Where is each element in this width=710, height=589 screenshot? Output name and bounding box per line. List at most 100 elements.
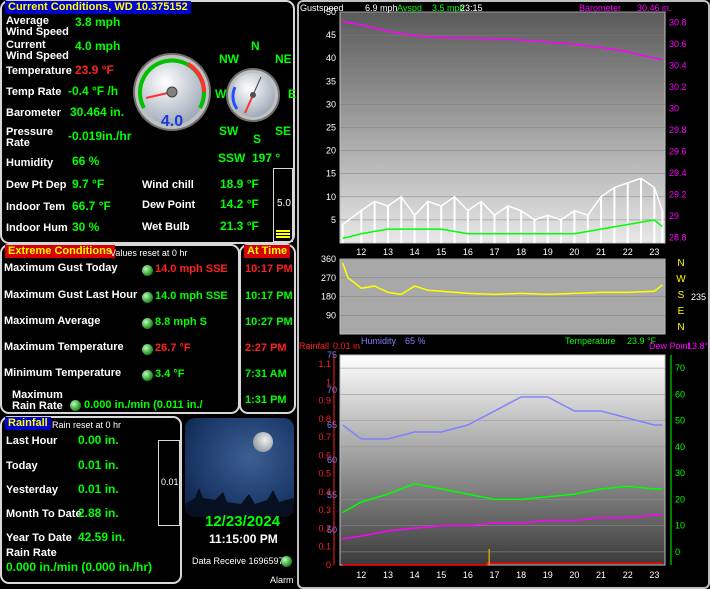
- chart1-xtick: 15: [436, 247, 446, 257]
- chart3-ytick-rain: 0.5: [318, 469, 331, 479]
- extreme-row-time: 1:31 PM: [245, 394, 287, 406]
- chart1-ytick-left: 30: [326, 99, 336, 109]
- chart1-ytick-left: 5: [331, 215, 336, 225]
- chart3-ytick-rain: 0.1: [318, 542, 331, 552]
- chart1-xtick: 13: [383, 247, 393, 257]
- chart2-ytick: 270: [321, 273, 336, 283]
- alarm-label[interactable]: Alarm: [270, 575, 294, 585]
- chart3-dew-value: 13.8°F: [687, 341, 710, 351]
- humidity-label: Humidity: [6, 157, 54, 169]
- extreme-row-time: 10:17 PM: [245, 290, 293, 302]
- chart3-ytick-hum: 60: [327, 455, 337, 465]
- extreme-row-value: 8.8 mph S: [155, 316, 207, 328]
- chart3-hum-value: 65 %: [405, 336, 426, 346]
- chart3-xtick: 14: [410, 570, 420, 580]
- graphs-svg: 5 10 15 20 25 30 35 40 45 50 28.8 29 29.2 29.4 29.6 29.…: [299, 3, 710, 580]
- wet-bulb-value: 21.3 °F: [220, 219, 259, 233]
- chart3-xtick: 17: [490, 570, 500, 580]
- chart3-ytick-rain: 0.7: [318, 432, 331, 442]
- temperature-label: Temperature: [6, 65, 72, 77]
- chart3-ytick-rain: 0: [326, 560, 331, 570]
- chart3-xtick: 23: [649, 570, 659, 580]
- chart3-ytick-hum: 75: [327, 350, 337, 360]
- data-received-indicator: [281, 556, 292, 567]
- avg-wind-label: Average Wind Speed: [6, 15, 69, 38]
- compass-se-label: SE: [275, 124, 292, 138]
- extreme-row-indicator: [70, 400, 81, 411]
- chart1-ytick-right: 30: [669, 104, 679, 114]
- chart2-compass-label: E: [678, 306, 685, 317]
- chart1-ytick-left: 15: [326, 169, 336, 179]
- chart1-ytick-right: 28.8: [669, 233, 687, 243]
- chart1-xtick: 12: [356, 247, 366, 257]
- rain-row-value: 0.01 in.: [78, 458, 119, 472]
- rain-row-label: Yesterday: [6, 484, 58, 496]
- extreme-conditions-title: Extreme Conditions: [5, 245, 115, 258]
- chart3-xtick: 20: [569, 570, 579, 580]
- uv-box: 5.0: [273, 168, 293, 242]
- extreme-row-value: 0.000 in./min (0.011 in./: [84, 399, 203, 411]
- date-display: 12/23/2024: [205, 513, 281, 530]
- chart1-ytick-right: 29.2: [669, 190, 687, 200]
- chart1-baro-value: 30.46 in.: [637, 3, 672, 13]
- chart1-xtick: 17: [490, 247, 500, 257]
- chart2-compass-label: W: [676, 274, 686, 285]
- chart1-xtick: 14: [410, 247, 420, 257]
- compass-n-label: N: [251, 39, 260, 53]
- extreme-row-time: 7:31 AM: [245, 368, 287, 380]
- chart3-ytick-temp: 70: [675, 363, 685, 373]
- graph-panel: 5 10 15 20 25 30 35 40 45 50 28.8 29 29.2 29.4 29.6 29.…: [297, 0, 710, 589]
- chart3-xtick: 19: [543, 570, 553, 580]
- rain-row-value: 0.01 in.: [78, 482, 119, 496]
- uv-bar: [276, 230, 290, 239]
- extreme-row-indicator: [142, 370, 153, 381]
- dew-point-value: 14.2 °F: [220, 197, 259, 211]
- chart1-ytick-right: 30.6: [669, 39, 687, 49]
- chart1-ytick-right: 30.4: [669, 61, 687, 71]
- extreme-row-label: Maximum Average: [4, 315, 101, 327]
- chart3-rain-value: 0.01 in: [333, 341, 360, 351]
- temp-rate-value: -0.4 °F /h: [68, 84, 119, 98]
- chart1-gust-label: Gustspeed: [300, 3, 344, 13]
- rainfall-reset-note: Rain reset at 0 hr: [52, 420, 122, 430]
- chart3-ytick-temp: 30: [675, 468, 685, 478]
- rain-row-label: Month To Date: [6, 508, 82, 520]
- rain-row-label: Last Hour: [6, 435, 58, 447]
- dew-point-label: Dew Point: [142, 199, 196, 211]
- chart3-xtick: 12: [356, 570, 366, 580]
- pressure-rate-value: -0.019in./hr: [68, 129, 132, 143]
- chart3-ytick-hum: 70: [327, 385, 337, 395]
- rainfall-title: Rainfall: [5, 417, 51, 430]
- chart2-ytick: 360: [321, 254, 336, 264]
- indoor-hum-label: Indoor Hum: [6, 222, 68, 234]
- chart1-ytick-right: 29: [669, 211, 679, 221]
- indoor-hum-value: 30 %: [72, 220, 100, 234]
- dewpt-dep-value: 9.7 °F: [72, 177, 105, 191]
- wind-direction-gauge: [226, 68, 280, 122]
- current-conditions-title: Current Conditions, WD 10.375152: [5, 1, 191, 14]
- extreme-row-value: 3.4 °F: [155, 368, 185, 380]
- extremes-reset-note: Values reset at 0 hr: [110, 248, 188, 258]
- chart3-ytick-hum: 65: [327, 420, 337, 430]
- wind-direction-value: SSW 197 °: [218, 151, 281, 165]
- chart1-ytick-right: 29.4: [669, 168, 687, 178]
- at-time-panel: At Time 10:17 PM 10:17 PM 10:27 PM 2:27 PM 7…: [239, 244, 296, 414]
- chart3-ytick-hum: 55: [327, 490, 337, 500]
- chart1-avg-label: Avspd: [397, 3, 422, 13]
- time-display: 11:15:00 PM: [209, 532, 278, 546]
- extreme-row-value: 14.0 mph SSE: [155, 263, 228, 275]
- chart3-ytick-hum: 50: [327, 525, 337, 535]
- compass-ne-label: NE: [275, 52, 292, 66]
- avg-wind-value: 3.8 mph: [75, 15, 121, 29]
- chart3-ytick-rain: 1.1: [318, 359, 331, 369]
- chart3-ytick-temp: 60: [675, 389, 685, 399]
- chart3-ytick-rain: 0.9: [318, 396, 331, 406]
- compass-e-label: E: [288, 87, 297, 101]
- chart3-xtick: 18: [516, 570, 526, 580]
- wind-chill-value: 18.9 °F: [220, 177, 259, 191]
- compass-sw-label: SW: [219, 124, 239, 138]
- chart1-time: 23:15: [460, 3, 483, 13]
- humidity-value: 66 %: [72, 154, 100, 168]
- wind-speed-gauge-value: 4.0: [161, 113, 183, 130]
- extreme-row-value: 14.0 mph SSE: [155, 290, 228, 302]
